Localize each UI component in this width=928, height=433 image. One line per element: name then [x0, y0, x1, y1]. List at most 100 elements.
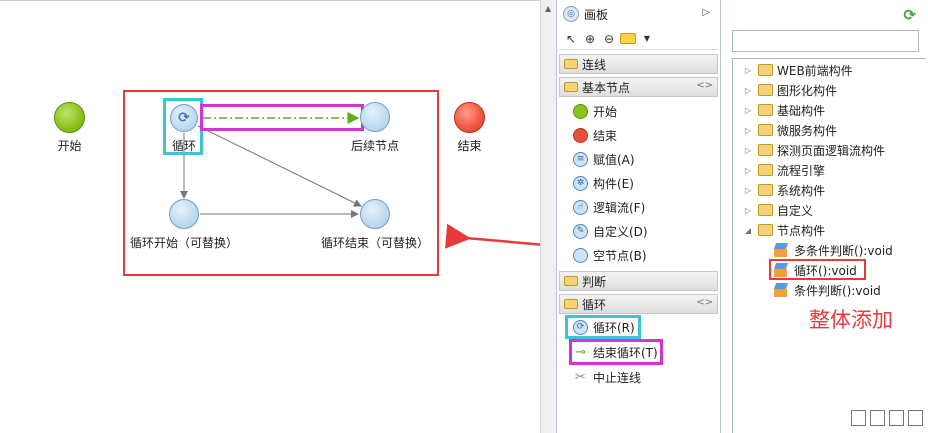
start-node[interactable] [54, 102, 85, 133]
collapse-icon[interactable]: ◢ [742, 226, 754, 235]
component-icon: ✲ [573, 175, 588, 191]
select-pointer-icon[interactable]: ↖ [563, 31, 579, 47]
canvas-scrollbar[interactable]: ▲ [540, 0, 556, 433]
palette-title: 画板 [584, 7, 609, 22]
zoom-in-icon[interactable]: ⊕ [582, 31, 598, 47]
status-square [889, 410, 904, 426]
collapse-arrow-icon[interactable]: ▷ [702, 7, 710, 18]
status-square [870, 410, 885, 426]
folder-icon [758, 204, 773, 216]
drawer-pin-icon[interactable]: <> [696, 297, 713, 308]
palette-item-logic-flow[interactable]: ⑁ 逻辑流(F) [573, 197, 645, 217]
next-node[interactable] [360, 102, 390, 132]
folder-icon [758, 104, 773, 116]
logic-flow-icon: ⑁ [573, 199, 588, 215]
tree-folder-label: 图形化构件 [777, 83, 838, 98]
drawer-loop-label: 循环 [582, 297, 607, 312]
flow-canvas[interactable]: 开始 结束 ⟳ 循环 后续节点 循环开始（可替换） 循环结束（可替换） [0, 0, 555, 433]
folder-icon [758, 124, 773, 136]
folder-icon [564, 276, 578, 286]
tree-folder-custom[interactable]: ▷ 自定义 [742, 201, 813, 219]
drawer-connection-label: 连线 [582, 57, 607, 72]
tree-folder-basic[interactable]: ▷ 基础构件 [742, 101, 825, 119]
end-node[interactable] [454, 102, 485, 133]
palette-icon: ◎ [563, 6, 579, 22]
expand-icon[interactable]: ▷ [742, 206, 754, 215]
palette-item-label: 结束 [593, 128, 618, 143]
palette-item-label: 结束循环(T) [593, 345, 658, 360]
expand-icon[interactable]: ▷ [742, 106, 754, 115]
expand-icon[interactable]: ▷ [742, 66, 754, 75]
expand-icon[interactable]: ▷ [742, 86, 754, 95]
tree-search-input[interactable] [732, 30, 919, 52]
palette-item-empty-node[interactable]: 空节点(B) [573, 245, 647, 265]
refresh-icon[interactable]: ⟳ [903, 6, 916, 24]
drawer-basic-nodes[interactable]: 基本节点 <> [559, 77, 718, 97]
tree-folder-label: 系统构件 [777, 183, 826, 198]
folder-icon[interactable] [620, 33, 636, 44]
loop-start-node[interactable] [169, 199, 199, 229]
tree-folder-probe[interactable]: ▷ 探测页面逻辑流构件 [742, 141, 885, 159]
palette-item-label: 空节点(B) [593, 248, 647, 263]
folder-open-icon [564, 299, 578, 309]
custom-icon: ✎ [573, 223, 588, 239]
next-node-label: 后续节点 [350, 139, 399, 153]
palette-item-component[interactable]: ✲ 构件(E) [573, 173, 634, 193]
tree-item-condition[interactable]: 条件判断():void [774, 281, 881, 299]
status-squares [851, 410, 923, 426]
tree-folder-graphic[interactable]: ▷ 图形化构件 [742, 81, 837, 99]
palette-item-start[interactable]: 开始 [573, 101, 617, 121]
palette-item-custom[interactable]: ✎ 自定义(D) [573, 221, 648, 241]
folder-open-icon [758, 224, 773, 236]
end-loop-icon: ⊸ [575, 344, 586, 360]
expand-icon[interactable]: ▷ [742, 126, 754, 135]
loop-node[interactable]: ⟳ [170, 104, 198, 132]
folder-icon [758, 164, 773, 176]
folder-open-icon [564, 82, 578, 92]
palette-item-loop[interactable]: ⟳ 循环(R) [573, 317, 635, 337]
folder-icon [758, 184, 773, 196]
drawer-loop[interactable]: 循环 <> [559, 294, 718, 314]
loop-node-label: 循环 [171, 139, 196, 153]
palette-item-assign[interactable]: ≡ 赋值(A) [573, 149, 635, 169]
component-cube-icon [774, 243, 789, 257]
tree-folder-system[interactable]: ▷ 系统构件 [742, 181, 825, 199]
assign-icon: ≡ [573, 151, 588, 167]
component-tree-panel: ⟳ ▷ WEB前端构件 ▷ 图形化构件 ▷ 基础构件 ▷ 微服务构件 ▷ 探测页… [722, 0, 928, 433]
drawer-pin-icon[interactable]: <> [696, 80, 713, 91]
palette-item-label: 构件(E) [593, 176, 634, 191]
palette-item-label: 逻辑流(F) [593, 200, 646, 215]
palette-item-stop-link[interactable]: ✂ 中止连线 [573, 367, 641, 387]
tree-item-loop[interactable]: 循环():void [774, 261, 857, 279]
expand-icon[interactable]: ▷ [742, 166, 754, 175]
tree-folder-label: 节点构件 [777, 223, 826, 238]
tree-folder-microservice[interactable]: ▷ 微服务构件 [742, 121, 837, 139]
tree-folder-node[interactable]: ◢ 节点构件 [742, 221, 825, 239]
scroll-up-icon[interactable]: ▲ [545, 4, 551, 13]
zoom-out-icon[interactable]: ⊖ [601, 31, 617, 47]
tree-folder-label: 微服务构件 [777, 123, 838, 138]
tree-folder-engine[interactable]: ▷ 流程引擎 [742, 161, 825, 179]
tree-folder-web[interactable]: ▷ WEB前端构件 [742, 61, 853, 79]
palette-item-label: 自定义(D) [593, 224, 648, 239]
expand-icon[interactable]: ▷ [742, 146, 754, 155]
end-node-icon [573, 127, 588, 143]
tree-item-multi-condition[interactable]: 多条件判断():void [774, 241, 893, 259]
palette-item-label: 循环(R) [593, 320, 635, 335]
drawer-judge[interactable]: 判断 [559, 271, 718, 291]
end-node-label: 结束 [457, 139, 482, 153]
folder-icon [758, 84, 773, 96]
loop-arrows-icon: ⟳ [178, 110, 190, 126]
expand-icon[interactable]: ▷ [742, 186, 754, 195]
drawer-basic-label: 基本节点 [582, 80, 631, 95]
tree-item-label: 循环():void [794, 263, 857, 278]
loop-start-node-label: 循环开始（可替换） [129, 236, 238, 250]
status-square [908, 410, 923, 426]
palette-item-end-loop[interactable]: ⊸ 结束循环(T) [573, 342, 658, 362]
dropdown-arrow-icon[interactable]: ▼ [639, 31, 655, 47]
stop-link-icon: ✂ [575, 369, 586, 385]
loop-end-node[interactable] [360, 199, 390, 229]
drawer-connection[interactable]: 连线 [559, 54, 718, 74]
palette-header: ◎ 画板 ▷ [557, 2, 720, 26]
palette-item-end[interactable]: 结束 [573, 125, 617, 145]
